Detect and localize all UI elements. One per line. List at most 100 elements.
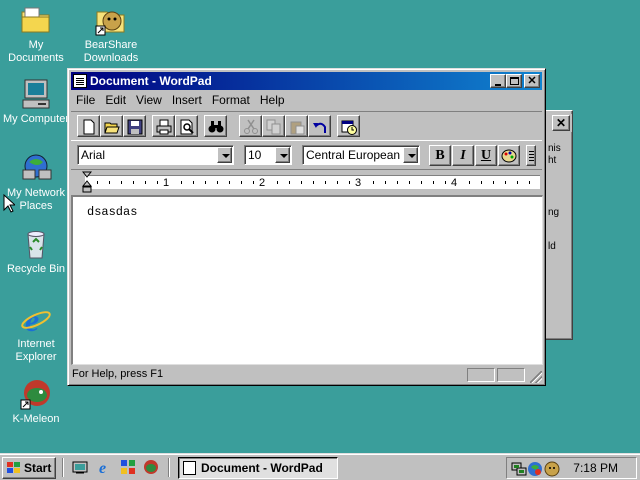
chevron-down-icon[interactable]	[275, 147, 290, 163]
print-preview-button[interactable]	[175, 115, 198, 137]
taskbar-button-wordpad[interactable]: Document - WordPad	[178, 457, 338, 479]
new-button[interactable]	[77, 115, 100, 137]
bearshare-tray-icon[interactable]	[544, 461, 560, 477]
wordpad-app-icon	[183, 461, 196, 475]
desktop-icon-label: K-Meleon	[12, 413, 60, 425]
font-size-combo[interactable]: 10	[244, 145, 292, 165]
desktop-icon-label: Internet Explorer	[15, 338, 57, 363]
background-dialog[interactable]: ✕ nis ht ng ld	[545, 110, 573, 340]
computer-icon	[20, 78, 52, 110]
copy-button[interactable]	[262, 115, 285, 137]
status-panel	[497, 368, 525, 382]
menu-format[interactable]: Format	[207, 91, 255, 110]
date-time-icon	[341, 120, 357, 135]
recycle-bin-icon	[20, 228, 52, 260]
start-button[interactable]: Start	[2, 457, 56, 479]
font-size-value: 10	[248, 148, 262, 162]
menu-bar: File Edit View Insert Format Help	[71, 91, 542, 110]
close-button[interactable]: ✕	[524, 74, 540, 88]
bold-icon: B	[435, 148, 445, 163]
save-icon	[127, 119, 143, 135]
script-value: Central European	[306, 148, 401, 162]
mouse-cursor-icon	[3, 194, 15, 213]
internet-explorer-icon[interactable]: e	[97, 459, 113, 475]
desktop-icon-my-documents[interactable]: My Documents	[0, 4, 72, 65]
chevron-down-icon[interactable]	[217, 147, 232, 163]
wordpad-window[interactable]: Document - WordPad ✕ File Edit View Insert F…	[67, 68, 546, 386]
background-dialog-text: ng	[548, 207, 560, 218]
start-label: Start	[24, 461, 52, 475]
font-name-value: Arial	[81, 148, 106, 162]
background-dialog-text: nis	[548, 143, 561, 154]
desktop-icon-bearshare-downloads[interactable]: BearShare Downloads	[75, 4, 147, 65]
date-time-button[interactable]	[337, 115, 360, 137]
print-icon	[156, 119, 172, 135]
menu-file[interactable]: File	[71, 91, 100, 110]
background-dialog-close-button[interactable]: ✕	[552, 115, 570, 131]
status-text: For Help, press F1	[72, 368, 164, 380]
document-text[interactable]: dsasdas	[87, 205, 137, 219]
open-icon	[104, 122, 120, 134]
copy-icon	[266, 119, 281, 135]
menu-help[interactable]: Help	[255, 91, 290, 110]
indent-marker-icon[interactable]	[82, 171, 92, 193]
network-icon	[20, 152, 52, 184]
menu-insert[interactable]: Insert	[167, 91, 207, 110]
k-meleon-icon[interactable]	[143, 459, 159, 475]
desktop-icon-k-meleon[interactable]: K-Meleon	[0, 378, 72, 426]
ruler[interactable]: 1 2 3 4	[71, 171, 542, 193]
paste-button[interactable]	[285, 115, 308, 137]
windows-logo-icon	[7, 462, 21, 474]
print-preview-icon	[180, 119, 194, 135]
chevron-down-icon[interactable]	[403, 147, 418, 163]
minimize-button[interactable]	[490, 74, 506, 88]
desktop-icon-label: Recycle Bin	[6, 263, 66, 275]
show-desktop-icon[interactable]	[72, 459, 88, 475]
italic-button[interactable]: I	[452, 145, 474, 166]
maximize-button[interactable]	[506, 74, 522, 88]
new-icon	[83, 119, 95, 135]
color-button[interactable]	[498, 145, 520, 166]
background-dialog-text: ht	[548, 155, 557, 166]
update-tray-icon[interactable]	[527, 461, 543, 477]
k-meleon-icon	[20, 378, 52, 410]
desktop-icon-my-computer[interactable]: My Computer	[0, 78, 72, 126]
find-button[interactable]	[204, 115, 227, 137]
window-titlebar[interactable]: Document - WordPad ✕	[71, 72, 542, 90]
window-title: Document - WordPad	[90, 74, 212, 88]
cut-button[interactable]	[239, 115, 262, 137]
taskbar-separator	[62, 458, 64, 477]
script-combo[interactable]: Central European	[302, 145, 420, 165]
taskbar: Start e Document - WordPad 7:18 PM	[0, 453, 640, 480]
resize-grip-icon[interactable]	[530, 371, 542, 383]
bold-button[interactable]: B	[429, 145, 451, 166]
open-button[interactable]	[100, 115, 123, 137]
desktop-icon-internet-explorer[interactable]: e Internet Explorer	[0, 302, 72, 364]
desktop-icon-label: BearShare Downloads	[83, 39, 139, 64]
underline-icon: U	[480, 148, 492, 163]
wordpad-app-icon	[73, 74, 87, 88]
menu-edit[interactable]: Edit	[100, 91, 131, 110]
network-tray-icon[interactable]	[511, 461, 527, 477]
folder-icon	[20, 4, 52, 36]
standard-toolbar	[71, 111, 542, 141]
font-name-combo[interactable]: Arial	[77, 145, 234, 165]
internet-explorer-icon: e	[20, 302, 52, 338]
find-icon	[208, 121, 224, 133]
document-area[interactable]: dsasdas	[71, 195, 543, 365]
system-tray: 7:18 PM	[506, 457, 637, 479]
underline-button[interactable]: U	[475, 145, 497, 166]
italic-icon: I	[460, 148, 466, 163]
desktop-icon-label: My Documents	[8, 39, 64, 64]
desktop-icon-recycle-bin[interactable]: Recycle Bin	[0, 228, 72, 276]
print-button[interactable]	[152, 115, 175, 137]
ruler-number: 3	[355, 177, 362, 189]
clock[interactable]: 7:18 PM	[573, 461, 618, 475]
align-left-button[interactable]	[526, 145, 536, 166]
taskbar-button-label: Document - WordPad	[201, 461, 323, 475]
undo-button[interactable]	[308, 115, 331, 137]
save-button[interactable]	[123, 115, 146, 137]
channels-icon[interactable]	[120, 459, 136, 475]
maximize-icon	[510, 77, 519, 85]
menu-view[interactable]: View	[131, 91, 167, 110]
